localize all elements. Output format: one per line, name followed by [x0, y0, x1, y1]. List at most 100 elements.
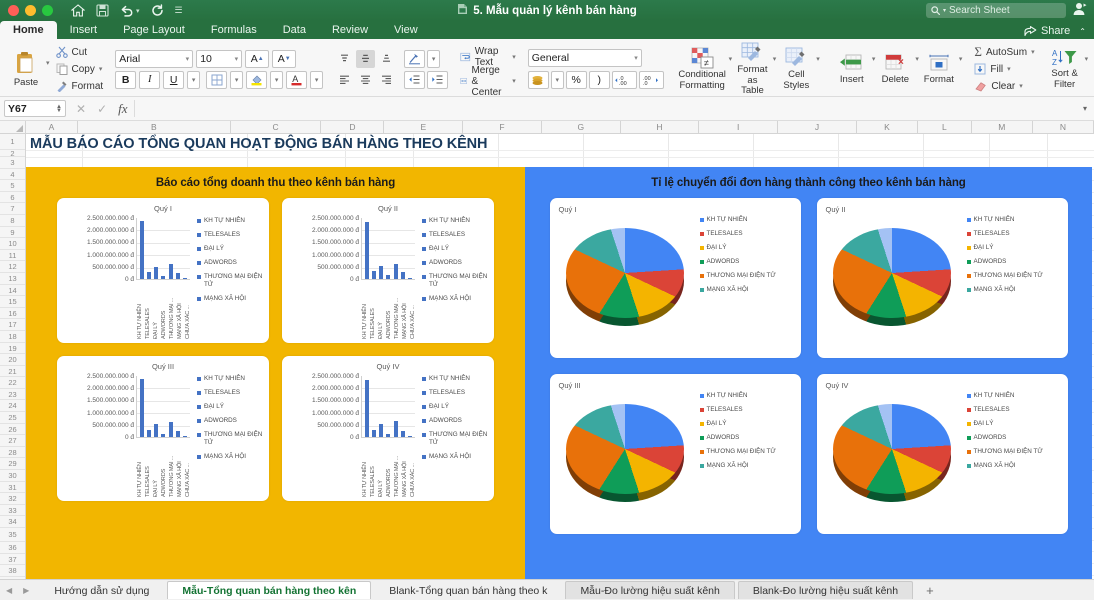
cut-button[interactable]: Cut	[55, 44, 104, 60]
save-icon[interactable]	[96, 4, 109, 17]
row-header-12[interactable]: 12	[0, 261, 25, 273]
chevron-left-icon[interactable]: ◀	[6, 586, 12, 595]
chevron-down-icon[interactable]: ▾	[182, 55, 190, 63]
customize-toolbar-icon[interactable]: ☰	[175, 5, 183, 16]
format-as-table-button[interactable]: Format as Table	[732, 42, 773, 96]
decrease-decimal-icon[interactable]: .00.0	[638, 71, 664, 89]
window-controls[interactable]	[0, 5, 53, 16]
accept-icon[interactable]: ✓	[97, 102, 107, 116]
row-header-16[interactable]: 16	[0, 308, 25, 320]
orientation-dropdown-caret[interactable]: ▾	[427, 49, 441, 68]
column-header-D[interactable]: D	[321, 121, 385, 133]
bar-chart-card-2[interactable]: Quý II 2.500.000.000 đ 2.000.000.000 đ 1.50…	[282, 198, 494, 343]
copy-dropdown-caret[interactable]: ▾	[99, 65, 103, 73]
fill-dropdown-caret[interactable]: ▾	[1007, 65, 1011, 73]
column-header-L[interactable]: L	[918, 121, 972, 133]
name-box[interactable]: Y67 ▲ ▼	[4, 100, 66, 117]
row-header-19[interactable]: 19	[0, 343, 25, 355]
row-header-37[interactable]: 37	[0, 554, 25, 566]
format-cells-button[interactable]: Format	[919, 54, 959, 85]
row-header-3[interactable]: 3	[0, 157, 25, 169]
autosum-button[interactable]: Σ AutoSum ▾	[974, 44, 1034, 60]
row-header-27[interactable]: 27	[0, 435, 25, 447]
bar-chart-card-3[interactable]: Quý III 2.500.000.000 đ 2.000.000.000 đ 1.5…	[57, 356, 269, 501]
row-header-11[interactable]: 11	[0, 250, 25, 262]
comma-format-button[interactable]: )	[588, 71, 610, 89]
maximize-window-button[interactable]	[42, 5, 53, 16]
sheet-nav-arrows[interactable]: ◀ ▶	[6, 586, 39, 595]
decrease-indent-icon[interactable]	[404, 70, 426, 89]
row-header-14[interactable]: 14	[0, 285, 25, 297]
sheet-canvas[interactable]: MẪU BÁO CÁO TỔNG QUAN HOẠT ĐỘNG BÁN HÀNG…	[26, 134, 1094, 579]
pie-chart-card-3[interactable]: Quý III KH TỰ NHIÊN TELESALES ĐẠI LÝ ADWORDS…	[549, 374, 801, 534]
cancel-icon[interactable]: ✕	[76, 102, 86, 116]
align-bottom-icon[interactable]	[377, 50, 396, 68]
row-header-15[interactable]: 15	[0, 296, 25, 308]
borders-dropdown-caret[interactable]: ▾	[230, 70, 244, 89]
column-header-B[interactable]: B	[78, 121, 231, 133]
quick-access-toolbar[interactable]: ▾ ☰	[71, 4, 183, 17]
row-header-31[interactable]: 31	[0, 482, 25, 494]
row-header-20[interactable]: 20	[0, 354, 25, 366]
row-header-38[interactable]: 38	[0, 565, 25, 577]
underline-dropdown-caret[interactable]: ▾	[187, 70, 201, 89]
copy-button[interactable]: Copy ▾	[56, 61, 104, 77]
align-middle-icon[interactable]	[356, 49, 376, 68]
insert-function-icon[interactable]: fx	[118, 101, 127, 117]
fill-button[interactable]: Fill ▾	[974, 61, 1034, 77]
search-input[interactable]: ▾ Search Sheet	[926, 3, 1066, 18]
ribbon-tab-insert[interactable]: Insert	[57, 21, 111, 39]
row-header-28[interactable]: 28	[0, 447, 25, 459]
paste-dropdown-caret[interactable]: ▾	[46, 59, 50, 79]
align-center-icon[interactable]	[356, 71, 375, 89]
format-dropdown-caret[interactable]: ▾	[959, 55, 963, 63]
clear-dropdown-caret[interactable]: ▾	[1019, 82, 1023, 90]
row-header-8[interactable]: 8	[0, 215, 25, 227]
formula-bar-expand-icon[interactable]: ▾	[1083, 104, 1090, 113]
column-header-J[interactable]: J	[778, 121, 857, 133]
chevron-up-icon[interactable]: ⌃	[1079, 27, 1086, 36]
column-header-M[interactable]: M	[972, 121, 1033, 133]
borders-icon[interactable]	[206, 70, 228, 89]
person-icon[interactable]	[1072, 1, 1088, 20]
row-header-4[interactable]: 4	[0, 169, 25, 181]
ribbon-tab-page-layout[interactable]: Page Layout	[110, 21, 198, 39]
ribbon-tab-view[interactable]: View	[381, 21, 431, 39]
pie-chart-card-2[interactable]: Quý II KH TỰ NHIÊN TELESALES ĐẠI LÝ ADWORDS T…	[816, 198, 1068, 358]
chevron-right-icon[interactable]: ▶	[23, 586, 29, 595]
delete-cells-button[interactable]: × Delete	[875, 54, 915, 85]
undo-icon[interactable]: ▾	[120, 5, 140, 17]
find-select-button[interactable]: Find & Select	[1088, 48, 1094, 90]
increase-indent-icon[interactable]	[427, 70, 449, 89]
sheet-tab-huong-dan-su-dung[interactable]: Hướng dẫn sử dụng	[39, 581, 164, 599]
row-header-13[interactable]: 13	[0, 273, 25, 285]
row-header-7[interactable]: 7	[0, 203, 25, 215]
align-right-icon[interactable]	[377, 71, 396, 89]
align-top-icon[interactable]	[335, 50, 354, 68]
column-header-K[interactable]: K	[857, 121, 918, 133]
number-format-select[interactable]: General ▾	[527, 49, 642, 67]
sheet-tab-mau-tong-quan[interactable]: Mẫu-Tổng quan bán hàng theo kên	[167, 581, 372, 599]
format-painter-button[interactable]: Format	[56, 78, 103, 94]
pie-chart-card-4[interactable]: Quý IV KH TỰ NHIÊN TELESALES ĐẠI LÝ ADWORDS T…	[816, 374, 1068, 534]
cell-styles-dropdown-caret[interactable]: ▾	[816, 55, 820, 63]
row-header-34[interactable]: 34	[0, 516, 25, 528]
font-family-select[interactable]: Arial ▾	[115, 49, 194, 68]
chevron-down-icon[interactable]: ▾	[630, 54, 638, 62]
home-icon[interactable]	[71, 4, 85, 17]
row-header-6[interactable]: 6	[0, 192, 25, 204]
column-header-E[interactable]: E	[384, 121, 464, 133]
column-header-H[interactable]: H	[621, 121, 700, 133]
close-window-button[interactable]	[8, 5, 19, 16]
font-color-dropdown-caret[interactable]: ▾	[310, 70, 324, 89]
bar-chart-card-4[interactable]: Quý IV 2.500.000.000 đ 2.000.000.000 đ 1.50…	[282, 356, 494, 501]
fill-color-icon[interactable]	[246, 70, 268, 89]
merge-center-button[interactable]: Merge & Center ▾	[460, 65, 516, 98]
formula-input[interactable]	[133, 100, 1077, 117]
autosum-dropdown-caret[interactable]: ▾	[1031, 48, 1035, 56]
italic-button[interactable]: I	[139, 70, 161, 89]
ribbon-tab-home[interactable]: Home	[0, 21, 57, 39]
column-header-G[interactable]: G	[542, 121, 621, 133]
column-header-A[interactable]: A	[26, 121, 78, 133]
clear-button[interactable]: Clear ▾	[974, 78, 1034, 94]
